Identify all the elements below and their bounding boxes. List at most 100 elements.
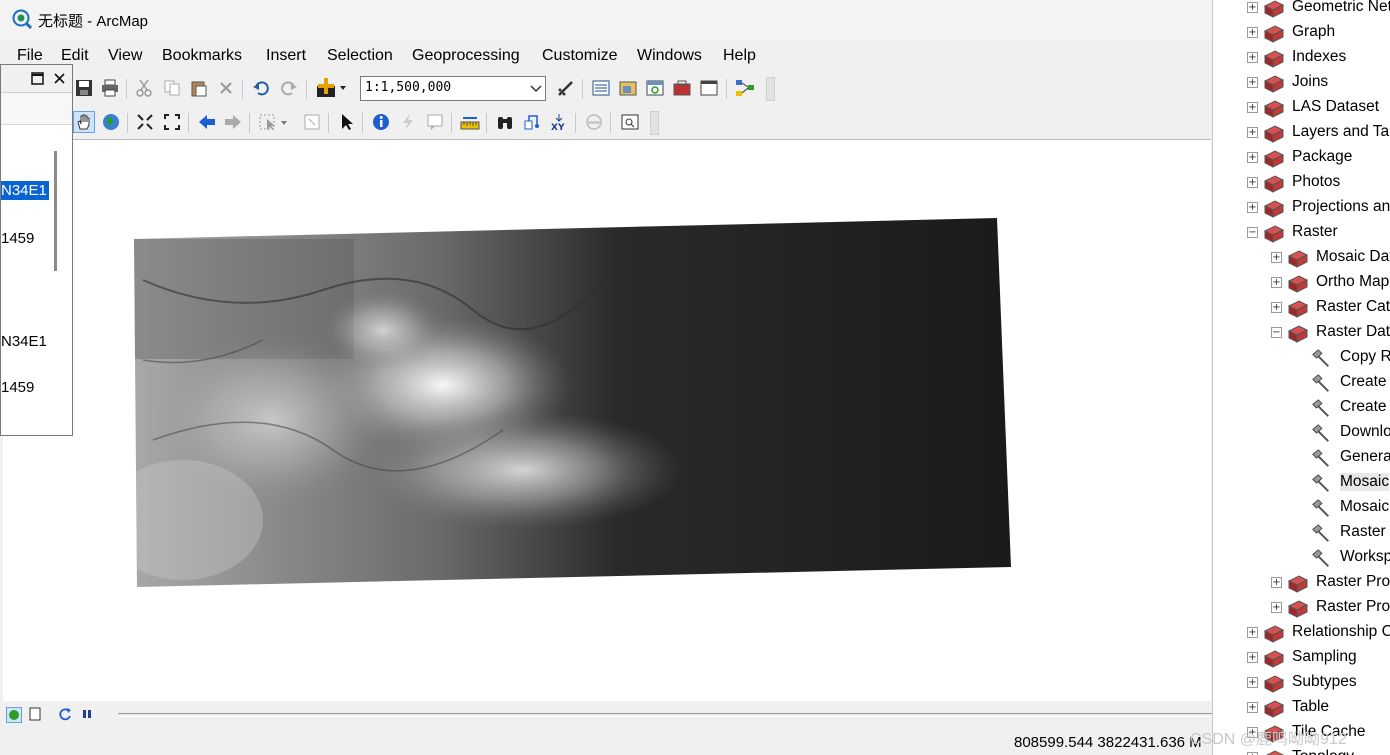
- tree-tool-item[interactable]: Generate Raster: [1213, 447, 1390, 469]
- select-features-button[interactable]: [257, 111, 291, 133]
- redo-button[interactable]: [278, 77, 300, 99]
- expand-plus-icon[interactable]: +: [1247, 127, 1258, 138]
- tree-toolbox-item[interactable]: + Sampling: [1213, 647, 1390, 669]
- expand-plus-icon[interactable]: +: [1247, 702, 1258, 713]
- tree-tool-item[interactable]: Create Random Raster: [1213, 397, 1390, 419]
- tree-toolbox-item[interactable]: + Joins: [1213, 72, 1390, 94]
- go-back-button[interactable]: [196, 111, 218, 133]
- python-window-button[interactable]: [698, 77, 720, 99]
- tree-tool-item[interactable]: Create Raster Dataset: [1213, 372, 1390, 394]
- editor-toolbar-button[interactable]: [555, 77, 577, 99]
- full-extent-button[interactable]: [100, 111, 122, 133]
- collapse-minus-icon[interactable]: −: [1247, 227, 1258, 238]
- tree-toolbox-item[interactable]: + Graph: [1213, 22, 1390, 44]
- go-forward-button[interactable]: [222, 111, 244, 133]
- toolbar-overflow-grip[interactable]: [650, 111, 659, 135]
- expand-plus-icon[interactable]: +: [1247, 627, 1258, 638]
- tree-toolbox-item[interactable]: − Raster Dataset: [1213, 322, 1390, 344]
- tree-tool-item[interactable]: Copy Raster: [1213, 347, 1390, 369]
- pause-drawing-button[interactable]: [80, 707, 96, 723]
- menu-file[interactable]: File: [17, 47, 43, 65]
- menu-geoprocessing[interactable]: Geoprocessing: [412, 47, 520, 65]
- arctoolbox-button[interactable]: [671, 77, 693, 99]
- undo-button[interactable]: [250, 77, 272, 99]
- toc-scrollbar[interactable]: [54, 151, 57, 271]
- tree-tool-item[interactable]: Download Rasters: [1213, 422, 1390, 444]
- tree-toolbox-item[interactable]: + Relationship Classes: [1213, 622, 1390, 644]
- maximize-icon[interactable]: [31, 72, 44, 85]
- paste-button[interactable]: [188, 77, 210, 99]
- tree-toolbox-item[interactable]: + Raster Catalog: [1213, 297, 1390, 319]
- menu-bookmarks[interactable]: Bookmarks: [162, 47, 242, 65]
- tree-toolbox-item[interactable]: + Package: [1213, 147, 1390, 169]
- data-view-button[interactable]: [6, 707, 22, 723]
- fixed-zoom-out-button[interactable]: [161, 111, 183, 133]
- cut-button[interactable]: [133, 77, 155, 99]
- layout-view-button[interactable]: [28, 707, 44, 723]
- expand-plus-icon[interactable]: +: [1271, 302, 1282, 313]
- add-data-button[interactable]: [314, 77, 350, 99]
- menu-customize[interactable]: Customize: [542, 47, 618, 65]
- expand-plus-icon[interactable]: +: [1247, 102, 1258, 113]
- expand-plus-icon[interactable]: +: [1271, 252, 1282, 263]
- dem-raster-layer[interactable]: [3, 140, 1211, 702]
- time-slider-button[interactable]: [583, 111, 605, 133]
- hyperlink-button[interactable]: [397, 111, 419, 133]
- expand-plus-icon[interactable]: +: [1247, 202, 1258, 213]
- map-display[interactable]: [3, 139, 1211, 701]
- menu-selection[interactable]: Selection: [327, 47, 393, 65]
- toc-layer-name[interactable]: N34E1: [1, 181, 49, 200]
- tree-toolbox-item[interactable]: + Raster Properties: [1213, 597, 1390, 619]
- find-route-button[interactable]: [521, 111, 543, 133]
- tree-toolbox-item[interactable]: − Raster: [1213, 222, 1390, 244]
- close-icon[interactable]: [53, 72, 66, 85]
- expand-plus-icon[interactable]: +: [1247, 27, 1258, 38]
- expand-plus-icon[interactable]: +: [1247, 77, 1258, 88]
- select-elements-button[interactable]: [336, 111, 358, 133]
- find-button[interactable]: [494, 111, 516, 133]
- tree-toolbox-item[interactable]: + Mosaic Dataset: [1213, 247, 1390, 269]
- tree-tool-item[interactable]: Mosaic: [1213, 472, 1390, 494]
- pan-tool-button[interactable]: [73, 111, 95, 133]
- tree-toolbox-item[interactable]: + Geometric Network: [1213, 0, 1390, 19]
- expand-plus-icon[interactable]: +: [1247, 2, 1258, 13]
- menu-edit[interactable]: Edit: [61, 47, 89, 65]
- toolbar-overflow-grip[interactable]: [766, 77, 775, 101]
- expand-plus-icon[interactable]: +: [1247, 52, 1258, 63]
- expand-plus-icon[interactable]: +: [1247, 177, 1258, 188]
- go-to-xy-button[interactable]: XY: [548, 111, 570, 133]
- menu-help[interactable]: Help: [723, 47, 756, 65]
- create-viewer-window-button[interactable]: [619, 111, 641, 133]
- tree-toolbox-item[interactable]: + Subtypes: [1213, 672, 1390, 694]
- menu-view[interactable]: View: [108, 47, 142, 65]
- identify-button[interactable]: [370, 111, 392, 133]
- refresh-button[interactable]: [58, 707, 74, 723]
- measure-button[interactable]: [459, 111, 481, 133]
- tree-toolbox-item[interactable]: + Indexes: [1213, 47, 1390, 69]
- expand-plus-icon[interactable]: +: [1247, 152, 1258, 163]
- model-builder-button[interactable]: [734, 77, 756, 99]
- tree-toolbox-item[interactable]: + Table: [1213, 697, 1390, 719]
- copy-button[interactable]: [161, 77, 183, 99]
- horizontal-scrollbar[interactable]: [118, 713, 1212, 717]
- expand-plus-icon[interactable]: +: [1247, 652, 1258, 663]
- tree-toolbox-item[interactable]: + Raster Processing: [1213, 572, 1390, 594]
- expand-plus-icon[interactable]: +: [1271, 577, 1282, 588]
- tree-toolbox-item[interactable]: + Projections and Transformations: [1213, 197, 1390, 219]
- fixed-zoom-in-button[interactable]: [134, 111, 156, 133]
- menu-windows[interactable]: Windows: [637, 47, 702, 65]
- tree-toolbox-item[interactable]: + Photos: [1213, 172, 1390, 194]
- tree-toolbox-item[interactable]: + LAS Dataset: [1213, 97, 1390, 119]
- print-button[interactable]: [99, 77, 121, 99]
- expand-plus-icon[interactable]: +: [1247, 677, 1258, 688]
- tree-tool-item[interactable]: Mosaic To New Raster: [1213, 497, 1390, 519]
- toc-layer-name[interactable]: N34E1: [1, 333, 47, 350]
- save-button[interactable]: [73, 77, 95, 99]
- expand-plus-icon[interactable]: +: [1271, 602, 1282, 613]
- tree-tool-item[interactable]: Workspace To Raster: [1213, 547, 1390, 569]
- tree-tool-item[interactable]: Raster Catalog To Raster: [1213, 522, 1390, 544]
- tree-toolbox-item[interactable]: + Ortho Mapping: [1213, 272, 1390, 294]
- expand-plus-icon[interactable]: +: [1271, 277, 1282, 288]
- html-popup-button[interactable]: [424, 111, 446, 133]
- tree-toolbox-item[interactable]: + Layers and Table Views: [1213, 122, 1390, 144]
